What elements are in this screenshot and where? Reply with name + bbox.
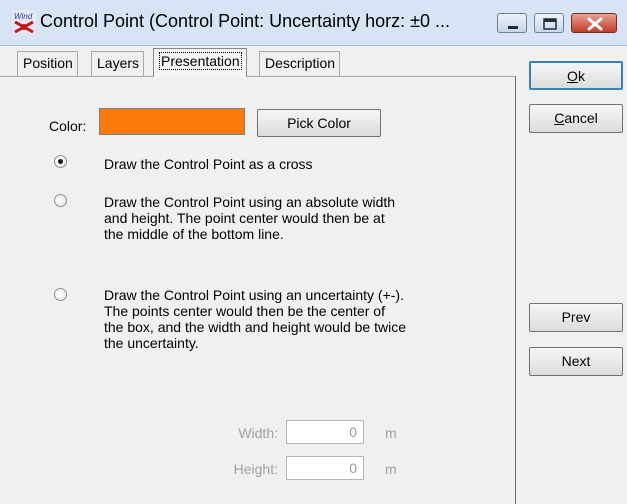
tab-label: Layers	[97, 55, 140, 71]
close-icon	[587, 17, 603, 31]
ok-button[interactable]: Ok	[529, 61, 623, 90]
tab-position[interactable]: Position	[17, 51, 78, 76]
width-unit: m	[385, 425, 397, 441]
close-button[interactable]	[571, 13, 617, 33]
tab-layers[interactable]: Layers	[91, 51, 145, 76]
option-uncertainty-text: Draw the Control Point using an uncertai…	[104, 287, 484, 351]
tab-label: Presentation	[159, 52, 242, 70]
height-unit: m	[385, 461, 397, 477]
cancel-mnemonic: C	[554, 110, 565, 126]
option-absolute-text: Draw the Control Point using an absolute…	[104, 194, 484, 242]
svg-text:Wind: Wind	[14, 12, 33, 21]
width-label: Width:	[238, 425, 278, 441]
ok-mnemonic: O	[567, 68, 578, 84]
cancel-button[interactable]: Cancel	[529, 104, 623, 133]
cancel-label-rest: ancel	[564, 110, 598, 126]
option-line: the box, and the width and height would …	[104, 319, 406, 335]
height-label: Height:	[233, 461, 278, 477]
next-button[interactable]: Next	[529, 347, 623, 376]
wind-app-icon: Wind	[12, 10, 36, 34]
option-line: The points center would then be the cent…	[104, 303, 385, 319]
option-cross-text: Draw the Control Point as a cross	[104, 156, 484, 172]
width-input[interactable]	[286, 420, 364, 444]
radio-uncertainty[interactable]	[54, 288, 67, 301]
tab-label: Description	[265, 55, 336, 71]
maximize-button[interactable]	[534, 13, 564, 33]
minimize-icon	[508, 26, 518, 29]
minimize-button[interactable]	[497, 13, 527, 33]
option-line: and height. The point center would then …	[104, 210, 385, 226]
option-line: the middle of the bottom line.	[104, 226, 284, 242]
option-line: the uncertainty.	[104, 335, 199, 351]
maximize-icon	[543, 18, 557, 30]
ok-label-rest: k	[577, 68, 585, 84]
tab-label: Position	[23, 55, 73, 71]
option-line: Draw the Control Point using an uncertai…	[104, 287, 404, 303]
color-label: Color:	[49, 118, 87, 134]
tab-description[interactable]: Description	[259, 51, 341, 76]
color-swatch	[99, 108, 245, 135]
option-line: Draw the Control Point using an absolute…	[104, 194, 396, 210]
prev-button[interactable]: Prev	[529, 303, 623, 332]
option-line: Draw the Control Point as a cross	[104, 156, 313, 172]
title-bar: Wind Control Point (Control Point: Uncer…	[0, 0, 627, 46]
height-input[interactable]	[286, 456, 364, 480]
radio-cross[interactable]	[54, 155, 67, 168]
window-title: Control Point (Control Point: Uncertaint…	[40, 11, 451, 31]
pick-color-button[interactable]: Pick Color	[257, 109, 381, 137]
tab-presentation[interactable]: Presentation	[153, 48, 247, 77]
radio-selected-dot	[58, 159, 63, 164]
radio-absolute[interactable]	[54, 194, 67, 207]
